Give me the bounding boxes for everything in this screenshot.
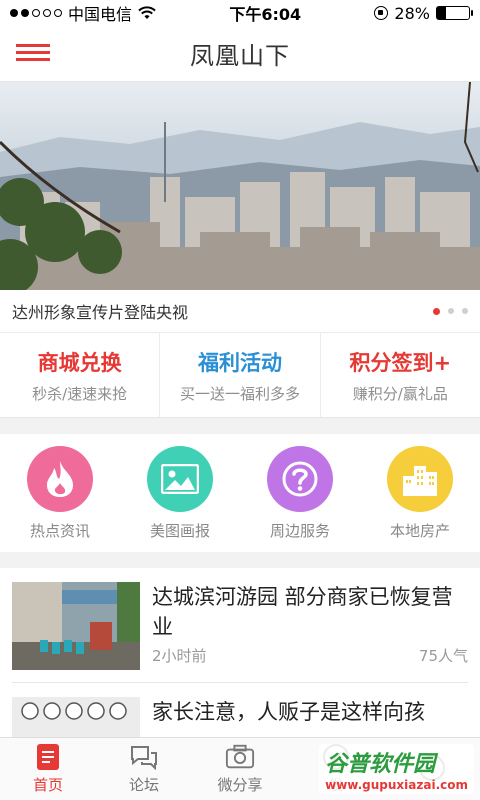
tab-label: 首页 — [32, 776, 63, 794]
signal-icon — [10, 9, 62, 17]
news-thumbnail — [12, 582, 140, 670]
app-header: 凤凰山下 — [0, 26, 480, 82]
banner-carousel[interactable] — [0, 82, 480, 290]
promo-title: 商城兑换 — [37, 350, 122, 375]
rotation-lock-icon — [374, 6, 389, 20]
grid-item-hot-news[interactable]: 热点资讯 — [0, 434, 120, 552]
watermark-url: www.gupuxiazai.com — [325, 778, 468, 792]
watermark-logo: 谷普软件园 — [325, 752, 436, 777]
banner-image — [0, 82, 480, 290]
wifi-icon — [138, 6, 156, 19]
tab-forum[interactable]: 论坛 — [96, 738, 192, 800]
promo-subtitle: 秒杀/速速来抢 — [32, 384, 128, 403]
promo-subtitle: 买一送一福利多多 — [179, 384, 300, 403]
promo-mall-exchange[interactable]: 商城兑换 秒杀/速速来抢 — [0, 333, 161, 417]
news-views: 75人气 — [418, 647, 468, 665]
tab-label: 微分享 — [217, 776, 263, 794]
watermark: 谷普软件园 www.gupuxiazai.com — [319, 744, 474, 794]
category-grid: 热点资讯 美图画报 周边服务 本地房产 — [0, 434, 480, 552]
carousel-indicator — [433, 307, 468, 315]
news-title: 达城滨河游园 部分商家已恢复营业 — [152, 585, 453, 639]
grid-item-photo-gallery[interactable]: 美图画报 — [120, 434, 240, 552]
grid-label: 热点资讯 — [29, 521, 90, 540]
clock: 下午6:04 — [229, 5, 302, 24]
grid-item-local-property[interactable]: 本地房产 — [360, 434, 480, 552]
tab-label: 论坛 — [128, 776, 159, 794]
status-bar: 中国电信 下午6:04 28% — [0, 0, 480, 26]
page-dot — [448, 308, 454, 314]
home-doc-icon — [33, 743, 63, 771]
menu-icon[interactable] — [16, 40, 50, 66]
news-time: 2小时前 — [152, 647, 207, 665]
page-title: 凤凰山下 — [190, 42, 290, 70]
promo-subtitle: 赚积分/赢礼品 — [352, 384, 448, 403]
picture-icon — [147, 445, 213, 512]
banner-caption-bar: 达州形象宣传片登陆央视 — [0, 290, 480, 333]
buildings-icon — [387, 445, 453, 512]
promo-checkin[interactable]: 积分签到+ 赚积分/赢礼品 — [321, 333, 480, 417]
promo-title: 福利活动 — [197, 350, 282, 375]
carrier-label: 中国电信 — [68, 5, 133, 24]
tab-share[interactable]: 微分享 — [192, 738, 288, 800]
promo-welfare[interactable]: 福利活动 买一送一福利多多 — [160, 333, 321, 417]
grid-item-nearby-services[interactable]: 周边服务 — [240, 434, 360, 552]
news-title: 家长注意，人贩子是这样向孩 — [152, 700, 425, 724]
grid-label: 美图画报 — [149, 521, 210, 540]
battery-icon — [435, 6, 473, 20]
battery-percent: 28% — [394, 3, 430, 23]
section-gap — [0, 552, 480, 568]
section-gap — [0, 418, 480, 434]
tab-home[interactable]: 首页 — [0, 738, 96, 800]
grid-label: 周边服务 — [269, 521, 330, 540]
list-item[interactable]: 达城滨河游园 部分商家已恢复营业 2小时前 75人气 — [0, 568, 480, 670]
promo-title: 积分签到+ — [349, 350, 452, 375]
grid-label: 本地房产 — [389, 521, 450, 540]
banner-caption: 达州形象宣传片登陆央视 — [12, 303, 189, 322]
question-icon — [267, 445, 333, 512]
page-dot — [462, 308, 468, 314]
promo-row: 商城兑换 秒杀/速速来抢 福利活动 买一送一福利多多 积分签到+ 赚积分/赢礼品 — [0, 333, 480, 418]
flame-icon — [27, 445, 93, 512]
chat-bubbles-icon — [129, 743, 159, 771]
page-dot — [433, 307, 440, 315]
camera-icon — [225, 743, 255, 771]
